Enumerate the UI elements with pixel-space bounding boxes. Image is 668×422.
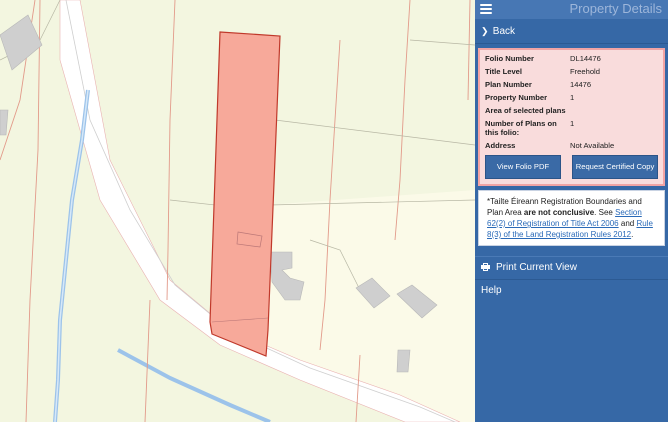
detail-row: Plan Number 14476 <box>485 80 660 89</box>
view-folio-pdf-button[interactable]: View Folio PDF <box>485 155 561 179</box>
note-text: . See <box>594 208 616 217</box>
disclaimer-note: *Tailte Éireann Registration Boundaries … <box>478 190 665 246</box>
detail-row: Title Level Freehold <box>485 67 660 76</box>
map-canvas[interactable] <box>0 0 475 422</box>
property-details-panel: Property Details ❯ Back Folio Number DL1… <box>475 0 668 422</box>
panel-title: Property Details <box>569 1 662 16</box>
request-certified-copy-button[interactable]: Request Certified Copy <box>572 155 658 179</box>
detail-value: Freehold <box>570 67 600 76</box>
detail-key: Title Level <box>485 67 523 76</box>
back-label: Back <box>492 26 516 37</box>
menu-icon[interactable] <box>480 2 492 16</box>
detail-row: Number of Plans on this folio: 1 <box>485 119 660 137</box>
chevron-right-icon: ❯ <box>481 26 489 36</box>
note-text: . <box>631 230 634 239</box>
panel-header: Property Details <box>475 0 668 19</box>
detail-row: Property Number 1 <box>485 93 660 102</box>
detail-key: Area of selected plans <box>485 106 566 115</box>
back-button[interactable]: ❯ Back <box>475 19 668 44</box>
detail-value: Not Available <box>570 141 615 150</box>
detail-key: Address <box>485 141 516 150</box>
detail-row: Area of selected plans <box>485 106 660 115</box>
selected-parcel[interactable] <box>209 31 281 357</box>
help-label: Help <box>481 285 502 296</box>
detail-key: Number of Plans on this folio: <box>485 119 557 137</box>
map-view[interactable] <box>0 0 475 422</box>
detail-row: Address Not Available <box>485 141 660 150</box>
detail-value: DL14476 <box>570 54 601 63</box>
detail-key: Folio Number <box>485 54 534 63</box>
detail-key: Plan Number <box>485 80 532 89</box>
note-text: and <box>618 219 637 228</box>
note-bold: are not conclusive <box>523 208 595 217</box>
print-current-view-button[interactable]: Print Current View <box>475 256 668 280</box>
detail-value: 1 <box>570 119 575 128</box>
detail-value: 1 <box>570 93 575 102</box>
detail-row: Folio Number DL14476 <box>485 54 660 63</box>
folio-details-card: Folio Number DL14476 Title Level Freehol… <box>478 48 665 186</box>
print-label: Print Current View <box>496 262 577 273</box>
detail-key: Property Number <box>485 93 548 102</box>
help-link[interactable]: Help <box>475 280 668 302</box>
printer-icon <box>481 263 490 271</box>
detail-value: 14476 <box>570 80 592 89</box>
